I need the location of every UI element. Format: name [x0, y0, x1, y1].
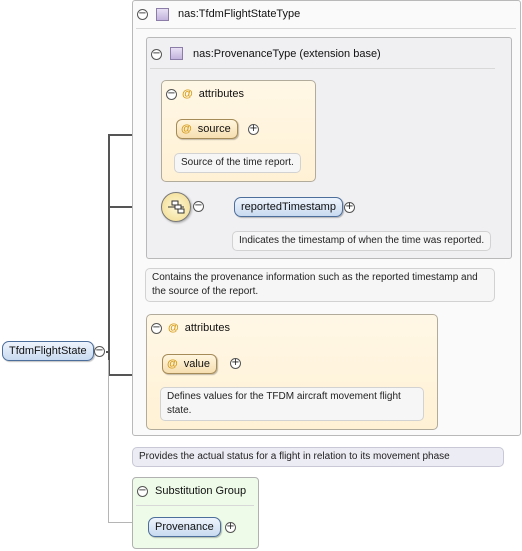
plus-circle-icon[interactable]: +	[344, 202, 355, 213]
value-annotation: Defines values for the TFDM aircraft mov…	[160, 387, 424, 421]
element-reportedtimestamp[interactable]: reportedTimestamp	[234, 197, 343, 217]
minus-circle-icon[interactable]: −	[137, 486, 148, 497]
minus-circle-icon[interactable]: −	[166, 89, 177, 100]
sequence-compositor-icon[interactable]	[161, 192, 191, 222]
attribute-source-label: source	[197, 123, 231, 135]
substitution-group-label: Substitution Group	[155, 485, 247, 497]
at-sign-icon: @	[167, 358, 178, 370]
type-heading-rule	[136, 28, 516, 29]
base-heading-rule	[150, 68, 495, 69]
minus-circle-icon[interactable]: −	[137, 9, 148, 20]
attributes-text: attributes	[184, 322, 230, 334]
reportedtimestamp-annotation: Indicates the timestamp of when the time…	[232, 231, 492, 251]
connector-subst-vertical	[108, 360, 109, 522]
complex-type-icon	[156, 8, 169, 21]
minus-circle-icon[interactable]: −	[151, 323, 162, 334]
attribute-source[interactable]: @ source	[176, 119, 238, 139]
plus-circle-icon[interactable]: +	[225, 522, 236, 533]
base-type-label: nas:ProvenanceType (extension base)	[193, 48, 381, 60]
type-attributes-label: @ attributes	[168, 322, 230, 334]
minus-circle-icon[interactable]: −	[151, 49, 162, 60]
at-sign-icon: @	[168, 322, 179, 334]
minus-circle-icon[interactable]: −	[193, 201, 204, 212]
minus-circle-icon[interactable]: −	[94, 346, 105, 357]
plus-circle-icon[interactable]: +	[248, 124, 259, 135]
connector-trunk	[108, 134, 110, 376]
plus-circle-icon[interactable]: +	[230, 358, 241, 369]
attribute-value-label: value	[183, 358, 211, 370]
attribute-value[interactable]: @ value	[162, 354, 218, 374]
substitution-member-provenance[interactable]: Provenance	[148, 517, 221, 537]
type-annotation: Contains the provenance information such…	[145, 268, 495, 302]
substitution-heading-rule	[136, 505, 254, 506]
root-element-tfdmflightstate[interactable]: TfdmFlightState	[2, 341, 94, 361]
at-sign-icon: @	[182, 88, 193, 100]
source-annotation: Source of the time report.	[174, 153, 301, 173]
complex-type-icon	[170, 47, 183, 60]
type-label: nas:TfdmFlightStateType	[178, 8, 301, 20]
root-element-annotation: Provides the actual status for a flight …	[132, 447, 504, 467]
attributes-text: attributes	[198, 88, 244, 100]
base-attributes-label: @ attributes	[182, 88, 244, 100]
at-sign-icon: @	[181, 123, 192, 135]
